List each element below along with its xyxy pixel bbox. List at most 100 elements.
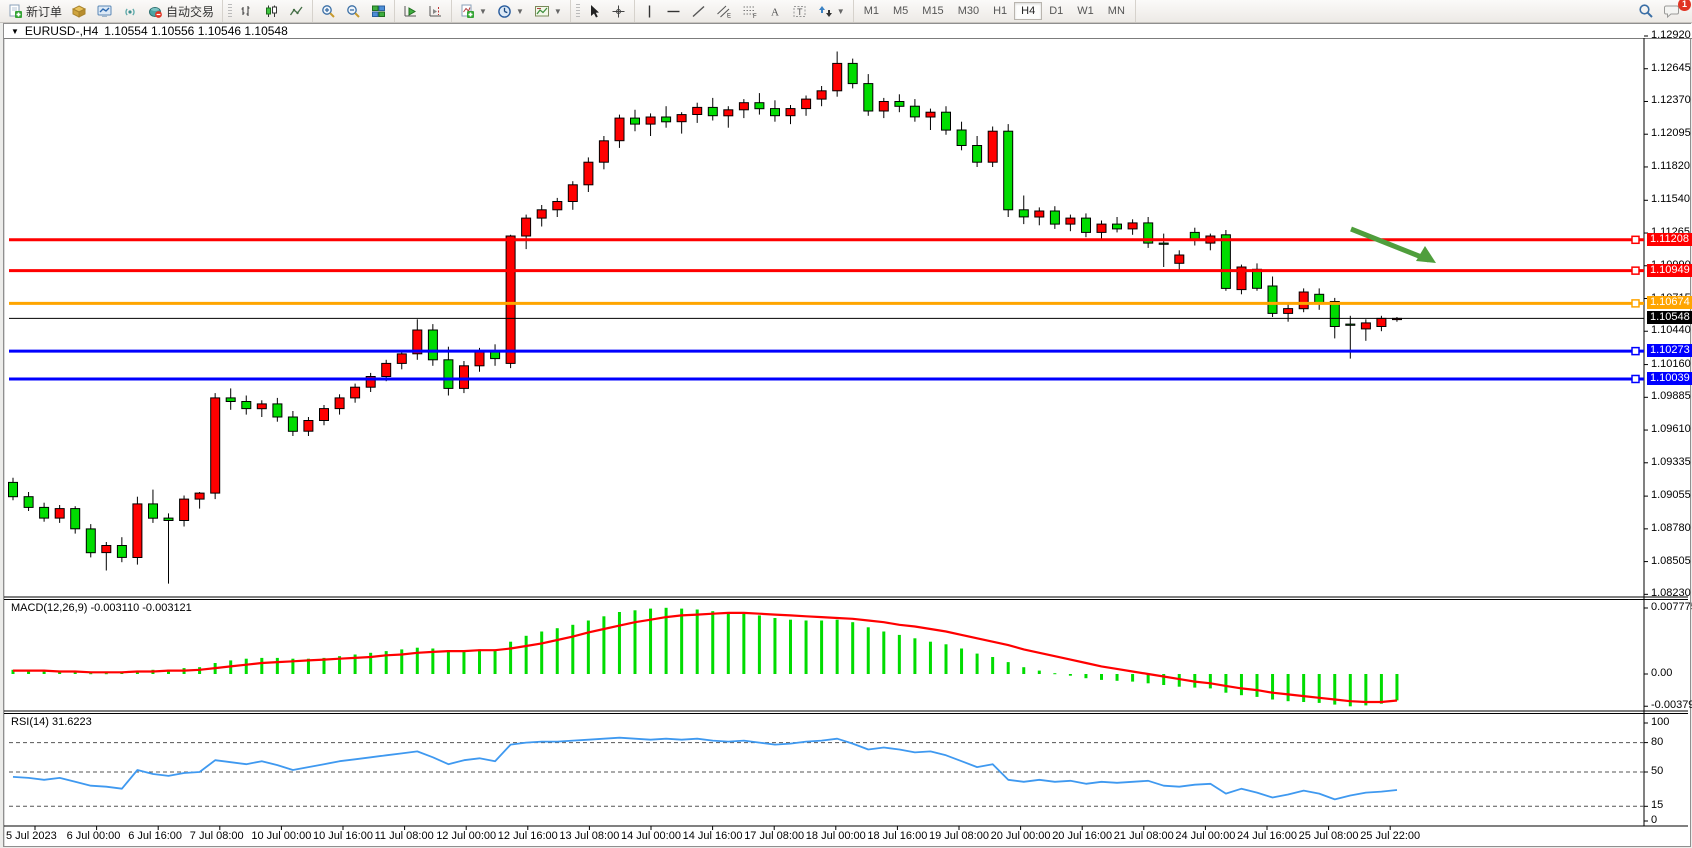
signals-button[interactable]: [118, 2, 143, 21]
timeframe-button-W1[interactable]: W1: [1070, 2, 1101, 20]
rsi-tick-label: 15: [1651, 799, 1663, 811]
zoom-in-button[interactable]: [316, 2, 341, 21]
toolbar-group-chart-type: [223, 0, 313, 22]
candle: [397, 354, 406, 364]
chart-canvas[interactable]: [4, 24, 1690, 846]
chart-window[interactable]: ▼ EURUSD-,H4 1.10554 1.10556 1.10546 1.1…: [3, 23, 1691, 847]
candle: [1004, 131, 1013, 210]
timeframe-button-H1[interactable]: H1: [986, 2, 1014, 20]
trendline-icon: [691, 4, 706, 19]
candle: [771, 109, 780, 116]
candle: [522, 218, 531, 236]
candle: [1268, 286, 1277, 313]
timeframe-button-H4[interactable]: H4: [1014, 2, 1042, 20]
date-label: 5 Jul 2023: [6, 830, 57, 842]
candle: [211, 398, 220, 493]
signal-icon: [123, 4, 138, 19]
macd-tick-label: 0.00: [1651, 667, 1672, 679]
candle: [460, 366, 469, 389]
date-label: 20 Jul 00:00: [991, 830, 1051, 842]
auto-scroll-button[interactable]: [398, 2, 423, 21]
market-button[interactable]: [67, 2, 92, 21]
line-chart-button[interactable]: [284, 2, 309, 21]
candle: [942, 112, 951, 130]
text-label-button[interactable]: T: [787, 2, 813, 21]
chart-shift-button[interactable]: [423, 2, 448, 21]
candle: [1361, 323, 1370, 329]
line-handle[interactable]: [1632, 348, 1639, 355]
arrow-object[interactable]: [1351, 229, 1429, 260]
tile-windows-button[interactable]: [366, 2, 391, 21]
toolbar-group-objects: E F A T ▼: [635, 0, 854, 22]
market-icon: [72, 4, 87, 19]
fibonacci-button[interactable]: F: [737, 2, 763, 21]
zoom-out-icon: [346, 4, 361, 19]
chart-shift-icon: [428, 4, 443, 19]
price-tick-label: 1.11540: [1651, 193, 1690, 205]
candle: [288, 417, 297, 431]
bar-chart-button[interactable]: [234, 2, 259, 21]
text-button[interactable]: A: [763, 2, 787, 21]
notifications-button[interactable]: 1: [1659, 1, 1686, 21]
monitor-icon: [97, 4, 113, 19]
channel-button[interactable]: E: [711, 2, 737, 21]
text-label-icon: T: [792, 4, 808, 19]
auto-trading-icon: [148, 4, 163, 19]
line-handle[interactable]: [1632, 267, 1639, 274]
toolbar-group-cursor: [571, 0, 635, 22]
candle: [1128, 223, 1137, 229]
cursor-button[interactable]: [582, 2, 606, 21]
line-chart-icon: [289, 4, 304, 19]
price-tick-label: 1.12645: [1651, 62, 1691, 74]
search-button[interactable]: [1633, 1, 1659, 21]
cursor-icon: [587, 4, 601, 19]
candlestick-chart-button[interactable]: [259, 2, 284, 21]
arrows-button[interactable]: ▼: [813, 2, 850, 21]
date-label: 12 Jul 00:00: [436, 830, 496, 842]
candle: [335, 398, 344, 409]
toolbar-right: 1: [1633, 1, 1692, 21]
rsi-line: [13, 738, 1397, 800]
rsi-tick-label: 50: [1651, 765, 1663, 777]
vertical-line-button[interactable]: [638, 2, 661, 21]
periods-button[interactable]: ▼: [492, 2, 529, 21]
zoom-out-button[interactable]: [341, 2, 366, 21]
date-label: 18 Jul 16:00: [867, 830, 927, 842]
candle: [1082, 218, 1091, 232]
timeframe-button-M30[interactable]: M30: [951, 2, 986, 20]
timeframe-button-M15[interactable]: M15: [915, 2, 950, 20]
date-label: 25 Jul 08:00: [1299, 830, 1359, 842]
candle: [1346, 324, 1355, 325]
date-label: 21 Jul 08:00: [1114, 830, 1174, 842]
candle: [1315, 294, 1324, 302]
candle: [786, 109, 795, 116]
date-label: 25 Jul 22:00: [1360, 830, 1420, 842]
terminal-button[interactable]: [92, 2, 118, 21]
date-label: 18 Jul 00:00: [806, 830, 866, 842]
date-label: 11 Jul 08:00: [375, 830, 434, 842]
line-handle[interactable]: [1632, 236, 1639, 243]
new-order-button[interactable]: 新订单: [3, 1, 67, 22]
timeframe-button-D1[interactable]: D1: [1042, 2, 1070, 20]
horizontal-line-button[interactable]: [661, 2, 686, 21]
auto-scroll-icon: [403, 4, 418, 19]
indicators-button[interactable]: ▼: [455, 2, 492, 21]
trendline-button[interactable]: [686, 2, 711, 21]
candle: [40, 507, 49, 518]
candle: [1097, 224, 1106, 232]
date-label: 19 Jul 08:00: [929, 830, 989, 842]
auto-trading-button[interactable]: 自动交易: [143, 1, 219, 22]
line-handle[interactable]: [1632, 375, 1639, 382]
price-line-tag: 1.10039: [1647, 372, 1692, 385]
templates-button[interactable]: ▼: [529, 2, 567, 21]
timeframe-button-M1[interactable]: M1: [857, 2, 886, 20]
rsi-tick-label: 80: [1651, 736, 1663, 748]
crosshair-button[interactable]: [606, 2, 631, 21]
price-tick-label: 1.08505: [1651, 555, 1691, 567]
timeframe-button-M5[interactable]: M5: [886, 2, 915, 20]
timeframe-button-MN[interactable]: MN: [1101, 2, 1132, 20]
candle: [1330, 302, 1339, 327]
line-handle[interactable]: [1632, 300, 1639, 307]
candle: [257, 404, 266, 409]
date-label: 14 Jul 00:00: [621, 830, 681, 842]
